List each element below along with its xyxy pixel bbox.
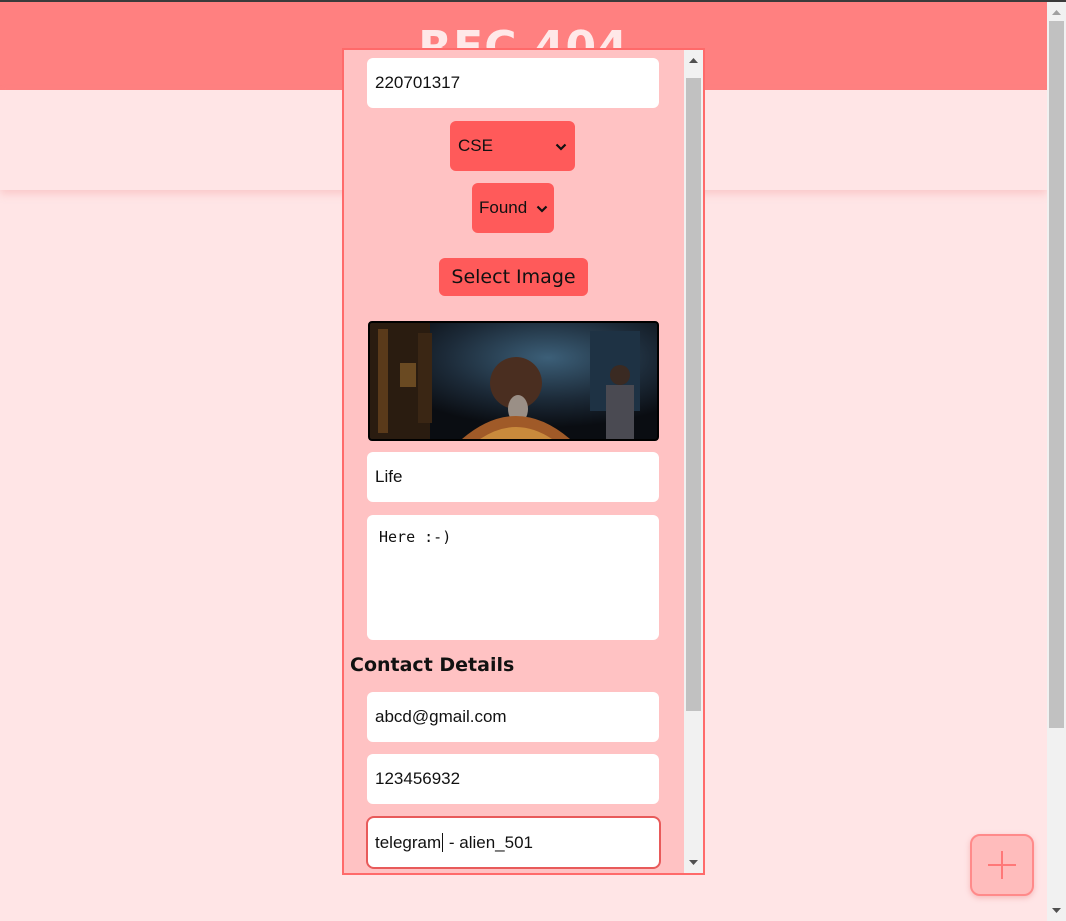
status-select[interactable]: Found xyxy=(472,183,554,233)
description-textarea[interactable]: Here :-) xyxy=(367,515,659,640)
select-image-button[interactable]: Select Image xyxy=(439,258,588,296)
modal-scrollbar-thumb[interactable] xyxy=(686,78,701,711)
chevron-down-icon xyxy=(555,138,567,151)
scroll-down-arrow-icon[interactable] xyxy=(684,854,703,871)
other-contact-input[interactable]: telegram - alien_501 xyxy=(366,816,661,869)
text-caret xyxy=(442,833,444,852)
scroll-down-arrow-icon[interactable] xyxy=(1047,902,1066,919)
phone-input[interactable]: 123456932 xyxy=(367,754,659,804)
item-name-value: Life xyxy=(375,467,403,486)
phone-value: 123456932 xyxy=(375,769,461,788)
plus-icon xyxy=(988,851,1016,879)
page-scrollbar[interactable] xyxy=(1047,2,1066,921)
other-contact-value-start: telegram xyxy=(375,832,442,852)
report-item-modal: 220701317 CSE Found Select Image Life He… xyxy=(342,48,705,875)
scroll-up-arrow-icon[interactable] xyxy=(684,52,703,69)
item-name-input[interactable]: Life xyxy=(367,452,659,502)
description-value: Here :-) xyxy=(379,528,452,546)
select-image-label: Select Image xyxy=(451,266,576,288)
image-preview xyxy=(368,321,659,441)
status-selected-value: Found xyxy=(479,198,528,217)
register-number-input[interactable]: 220701317 xyxy=(367,58,659,108)
other-contact-value-end: - alien_501 xyxy=(444,832,533,852)
add-report-button[interactable] xyxy=(970,834,1034,896)
page-scrollbar-thumb[interactable] xyxy=(1049,21,1064,728)
department-selected-value: CSE xyxy=(458,136,493,155)
modal-scrollbar[interactable] xyxy=(684,50,703,873)
contact-details-heading: Contact Details xyxy=(350,654,515,676)
scroll-up-arrow-icon[interactable] xyxy=(1047,4,1066,21)
department-select[interactable]: CSE xyxy=(450,121,575,171)
chevron-down-icon xyxy=(536,200,548,213)
register-number-value: 220701317 xyxy=(375,73,461,92)
email-value: abcd@gmail.com xyxy=(375,707,507,726)
email-input[interactable]: abcd@gmail.com xyxy=(367,692,659,742)
